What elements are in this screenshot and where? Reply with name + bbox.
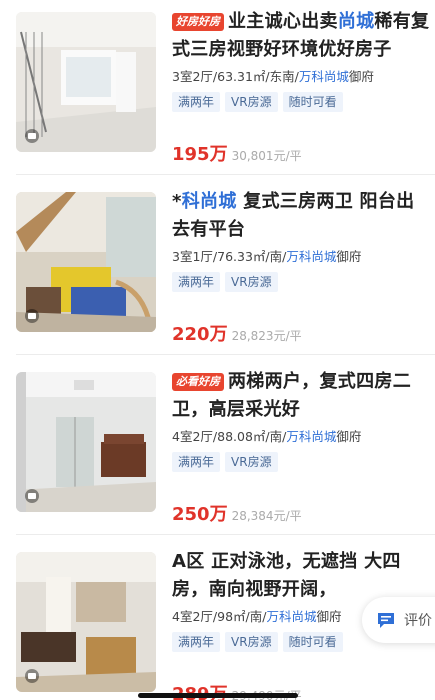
- tag: 随时可看: [282, 92, 343, 112]
- listing-tags: 满两年 VR房源: [172, 271, 430, 292]
- divider: [16, 354, 435, 355]
- good-house-badge: 好房好房: [172, 13, 224, 31]
- listing-tags: 满两年 VR房源 随时可看: [172, 91, 430, 112]
- tag: VR房源: [225, 272, 278, 292]
- listing-card[interactable]: 好房好房 业主诚心出卖尚城稀有复式三房视野好环境优好房子 3室2厅/63.31㎡/…: [0, 11, 435, 190]
- listing-meta: 3室2厅/63.31㎡/东南/万科尚城御府: [172, 69, 374, 84]
- tag: 满两年: [172, 92, 221, 112]
- unit-price: 28,384元/平: [231, 509, 302, 523]
- listing-title[interactable]: 好房好房 业主诚心出卖尚城稀有复式三房视野好环境优好房子: [172, 8, 430, 64]
- listing-title[interactable]: A区 正对泳池，无遮挡 大四房，南向视野开阔，: [172, 548, 430, 604]
- comment-icon: [378, 613, 394, 628]
- listing-card[interactable]: *科尚城 复式三房两卫 阳台出去有平台 3室1厅/76.33㎡/南/万科尚城御府…: [0, 191, 435, 370]
- tag: 随时可看: [282, 632, 343, 652]
- tag: 满两年: [172, 272, 221, 292]
- listing-photo[interactable]: [16, 12, 156, 152]
- home-indicator[interactable]: [138, 693, 298, 698]
- price-row: 195万 30,801元/平: [172, 140, 302, 166]
- divider: [16, 174, 435, 175]
- tag: VR房源: [225, 92, 278, 112]
- vr-icon: [25, 669, 39, 683]
- tag: 满两年: [172, 632, 221, 652]
- total-price: 250万: [172, 504, 228, 525]
- tag: VR房源: [225, 452, 278, 472]
- price-row: 250万 28,384元/平: [172, 500, 302, 526]
- listing-photo[interactable]: [16, 552, 156, 692]
- listing-card[interactable]: 必看好房 两梯两户，复式四房二卫，高层采光好 4室2厅/88.08㎡/南/万科尚城…: [0, 371, 435, 550]
- listing-meta: 3室1厅/76.33㎡/南/万科尚城御府: [172, 249, 362, 264]
- vr-icon: [25, 129, 39, 143]
- divider: [16, 534, 435, 535]
- total-price: 220万: [172, 324, 228, 345]
- listing-title[interactable]: 必看好房 两梯两户，复式四房二卫，高层采光好: [172, 368, 430, 424]
- listing-photo[interactable]: [16, 372, 156, 512]
- unit-price: 30,801元/平: [231, 149, 302, 163]
- listing-tags: 满两年 VR房源: [172, 451, 430, 472]
- price-row: 220万 28,823元/平: [172, 320, 302, 346]
- tag: 满两年: [172, 452, 221, 472]
- unit-price: 28,823元/平: [231, 329, 302, 343]
- listing-title[interactable]: *科尚城 复式三房两卫 阳台出去有平台: [172, 188, 430, 244]
- review-button[interactable]: 评价: [362, 597, 435, 643]
- review-label: 评价: [404, 613, 432, 629]
- vr-icon: [25, 489, 39, 503]
- listing-photo[interactable]: [16, 192, 156, 332]
- must-see-badge: 必看好房: [172, 373, 224, 391]
- listing-meta: 4室2厅/88.08㎡/南/万科尚城御府: [172, 429, 362, 444]
- vr-icon: [25, 309, 39, 323]
- tag: VR房源: [225, 632, 278, 652]
- total-price: 195万: [172, 144, 228, 165]
